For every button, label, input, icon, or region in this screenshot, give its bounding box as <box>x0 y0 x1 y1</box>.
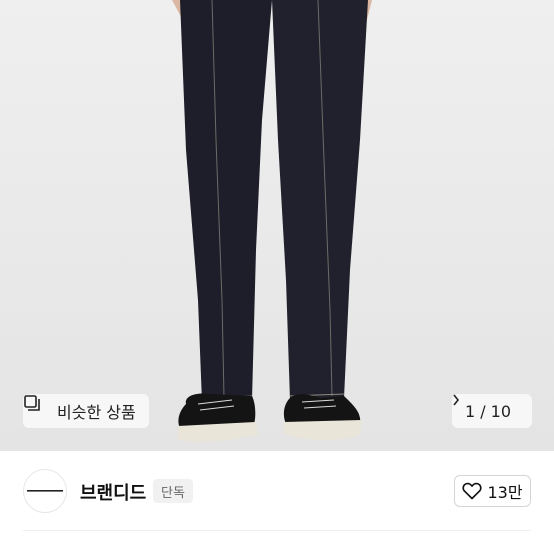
divider <box>23 530 531 531</box>
product-photo-illustration <box>0 0 554 451</box>
like-button[interactable]: 13만 <box>454 475 531 507</box>
like-count: 13만 <box>487 483 523 502</box>
similar-products-button[interactable]: 비슷한 상품 <box>23 394 149 428</box>
brand-row: 브랜디드 단독 13만 <box>0 451 554 531</box>
image-pager[interactable]: 1 / 10 <box>452 394 532 428</box>
exclusive-badge: 단독 <box>153 479 193 503</box>
product-image[interactable]: 비슷한 상품 1 / 10 <box>0 0 554 451</box>
pager-label: 1 / 10 <box>464 401 512 421</box>
similar-products-icon <box>24 395 51 420</box>
brand-name[interactable]: 브랜디드 <box>80 479 146 505</box>
heart-icon <box>462 482 483 500</box>
brand-logo[interactable] <box>23 469 67 513</box>
similar-products-label: 비슷한 상품 <box>57 403 136 422</box>
